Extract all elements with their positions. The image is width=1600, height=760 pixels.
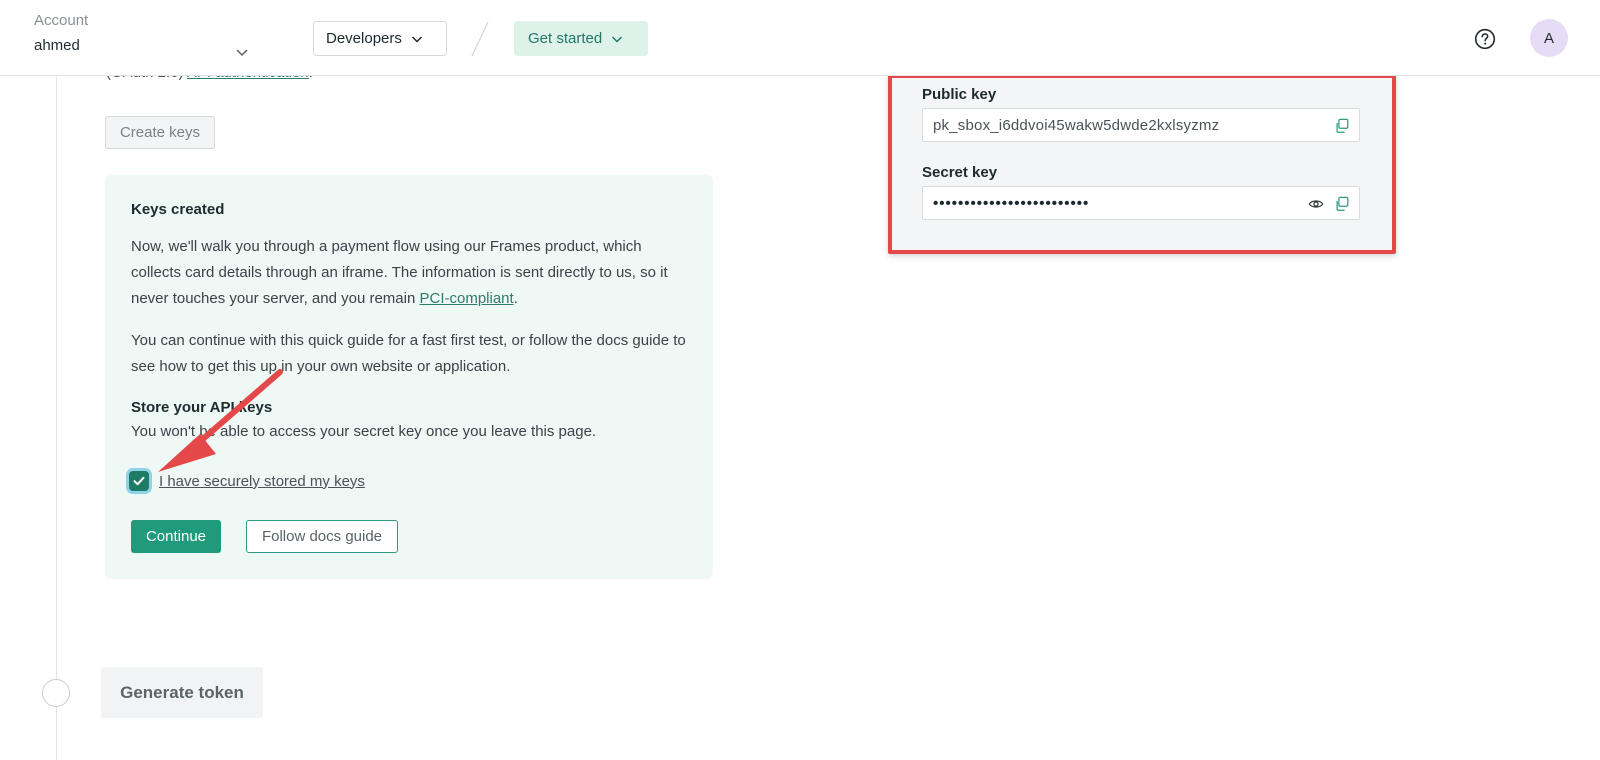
eye-icon[interactable] xyxy=(1307,195,1325,213)
chevron-down-icon xyxy=(411,35,422,43)
chevron-down-icon xyxy=(612,35,623,43)
copy-icon[interactable] xyxy=(1333,195,1351,213)
get-started-dropdown[interactable]: Get started xyxy=(514,21,648,56)
help-icon[interactable] xyxy=(1474,28,1496,50)
store-keys-description: You won't be able to access your secret … xyxy=(131,423,597,440)
get-started-label[interactable]: Get started xyxy=(528,30,602,47)
generate-token-step[interactable]: Generate token xyxy=(101,667,263,718)
frames-description-text: Now, we'll walk you through a payment fl… xyxy=(131,238,668,307)
store-keys-title: Store your API keys xyxy=(131,399,273,416)
breadcrumb-divider xyxy=(471,21,489,57)
api-keys-card: Public key pk_sbox_i6ddvoi45wakw5dwde2kx… xyxy=(888,74,1396,254)
avatar[interactable]: A xyxy=(1530,19,1568,57)
account-switcher[interactable]: Account ahmed xyxy=(34,12,254,57)
public-key-value[interactable]: pk_sbox_i6ddvoi45wakw5dwde2kxlsyzmz xyxy=(933,117,1219,134)
frames-description-end: . xyxy=(513,290,518,307)
frames-description: Now, we'll walk you through a payment fl… xyxy=(131,234,687,312)
panel-title: Keys created xyxy=(131,201,225,218)
step-indicator-circle xyxy=(42,679,70,707)
developers-dropdown[interactable]: Developers xyxy=(313,21,447,56)
continue-button[interactable]: Continue xyxy=(131,520,221,553)
public-key-field[interactable]: pk_sbox_i6ddvoi45wakw5dwde2kxlsyzmz xyxy=(922,108,1360,142)
keys-created-panel: Keys created Now, we'll walk you through… xyxy=(105,175,713,579)
secret-key-field[interactable]: ••••••••••••••••••••••••• xyxy=(922,186,1360,220)
stored-keys-checkbox[interactable] xyxy=(129,471,149,491)
chevron-down-icon[interactable] xyxy=(234,44,250,60)
create-keys-button: Create keys xyxy=(105,116,215,149)
top-header: Account ahmed Developers Get started A xyxy=(0,0,1600,76)
follow-docs-guide-button[interactable]: Follow docs guide xyxy=(246,520,398,553)
account-label: Account xyxy=(34,12,89,29)
secret-key-label: Secret key xyxy=(922,164,998,181)
checkmark-icon xyxy=(133,476,145,486)
guide-description: You can continue with this quick guide f… xyxy=(131,332,686,375)
timeline-line xyxy=(56,76,57,760)
stored-keys-label[interactable]: I have securely stored my keys xyxy=(159,473,365,490)
account-name[interactable]: ahmed xyxy=(34,37,254,54)
stored-keys-checkbox-row[interactable]: I have securely stored my keys xyxy=(129,471,365,491)
secret-key-value[interactable]: ••••••••••••••••••••••••• xyxy=(933,195,1089,212)
pci-compliant-link[interactable]: PCI-compliant xyxy=(420,290,514,307)
public-key-label: Public key xyxy=(922,86,997,103)
developers-label[interactable]: Developers xyxy=(326,30,402,47)
copy-icon[interactable] xyxy=(1333,117,1351,135)
